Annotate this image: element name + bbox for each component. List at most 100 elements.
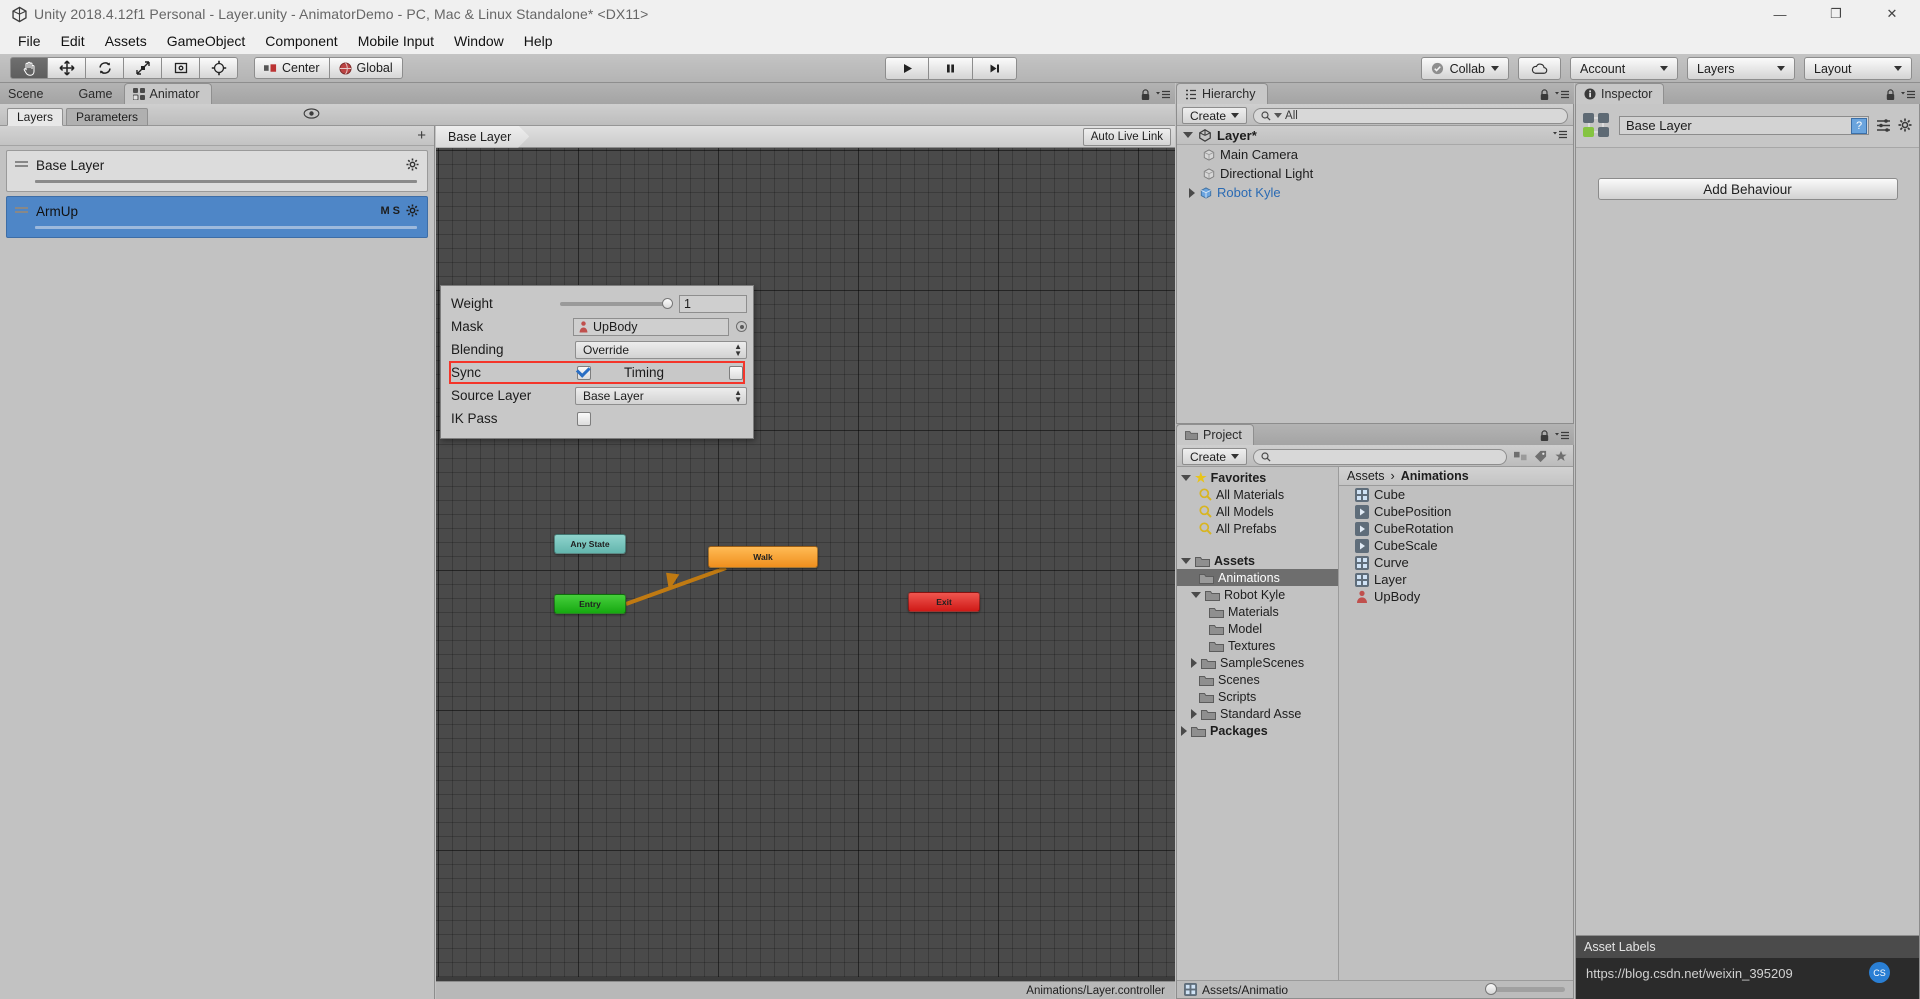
project-tree-packages[interactable]: Packages: [1177, 722, 1338, 739]
gear-icon[interactable]: [406, 158, 419, 171]
minimize-button[interactable]: —: [1752, 0, 1808, 28]
close-button[interactable]: ✕: [1864, 0, 1920, 28]
asset-row-cube[interactable]: Cube: [1339, 486, 1573, 503]
rect-tool-icon[interactable]: [162, 57, 200, 79]
menu-file[interactable]: File: [8, 30, 51, 52]
breadcrumb-assets[interactable]: Assets: [1347, 469, 1385, 483]
cloud-button[interactable]: [1518, 57, 1561, 80]
auto-live-link-button[interactable]: Auto Live Link: [1082, 128, 1171, 146]
hierarchy-item-directional-light[interactable]: Directional Light: [1177, 164, 1573, 183]
lock-icon[interactable]: [1140, 89, 1151, 101]
source-layer-dropdown[interactable]: Base Layer ▲ ▼: [575, 386, 747, 405]
chevron-down-icon[interactable]: [1181, 557, 1191, 564]
preset-icon[interactable]: [1876, 118, 1891, 133]
pivot-mode-button[interactable]: Center: [254, 57, 330, 79]
inspector-name-input[interactable]: Base Layer ?: [1619, 116, 1869, 135]
panel-menu-icon[interactable]: [1901, 90, 1915, 100]
project-tree-model[interactable]: Model: [1177, 620, 1338, 637]
maximize-button[interactable]: ❐: [1808, 0, 1864, 28]
mask-object-field[interactable]: UpBody: [573, 317, 729, 336]
transform-tool-icon[interactable]: [200, 57, 238, 79]
asset-row-layer[interactable]: Layer: [1339, 571, 1573, 588]
menu-assets[interactable]: Assets: [95, 30, 157, 52]
collab-button[interactable]: Collab: [1420, 57, 1509, 80]
menu-gameobject[interactable]: GameObject: [157, 30, 256, 52]
asset-row-cubeposition[interactable]: CubePosition: [1339, 503, 1573, 520]
project-tree-all-prefabs[interactable]: All Prefabs: [1177, 520, 1338, 537]
subtab-parameters[interactable]: Parameters: [66, 107, 149, 126]
slider-knob[interactable]: [1485, 983, 1497, 995]
panel-menu-icon[interactable]: [1555, 90, 1569, 100]
project-tree-animations[interactable]: Animations: [1177, 569, 1338, 586]
project-search-input[interactable]: [1253, 448, 1507, 465]
tab-project[interactable]: Project: [1176, 424, 1254, 445]
project-tree-favorites[interactable]: ★ Favorites: [1177, 469, 1338, 486]
chevron-right-icon[interactable]: [1191, 708, 1197, 719]
timing-checkbox[interactable]: [729, 365, 743, 380]
project-tree-all-materials[interactable]: All Materials: [1177, 486, 1338, 503]
project-tree-samplescenes[interactable]: SampleScenes: [1177, 654, 1338, 671]
layer-row-base[interactable]: Base Layer: [6, 150, 428, 192]
chevron-down-icon[interactable]: [1183, 132, 1193, 138]
space-mode-button[interactable]: Global: [329, 57, 403, 79]
project-tree-all-models[interactable]: All Models: [1177, 503, 1338, 520]
eye-icon[interactable]: [303, 108, 320, 119]
chevron-down-icon[interactable]: [1191, 591, 1201, 598]
state-node-any-state[interactable]: Any State: [554, 534, 626, 554]
state-node-exit[interactable]: Exit: [908, 592, 980, 612]
layers-dropdown[interactable]: Layers: [1687, 57, 1795, 80]
project-create-button[interactable]: Create: [1182, 448, 1248, 465]
hierarchy-item-main-camera[interactable]: Main Camera: [1177, 145, 1573, 164]
asset-row-cubescale[interactable]: CubeScale: [1339, 537, 1573, 554]
search-by-label-icon[interactable]: [1534, 450, 1548, 463]
lock-icon[interactable]: [1885, 89, 1896, 101]
gear-icon[interactable]: [406, 204, 419, 217]
weight-slider[interactable]: [560, 297, 673, 309]
lock-icon[interactable]: [1539, 430, 1550, 442]
asset-row-curve[interactable]: Curve: [1339, 554, 1573, 571]
drag-handle-icon[interactable]: [15, 161, 28, 171]
state-machine-canvas[interactable]: Any State Entry Walk Exit: [436, 148, 1175, 977]
chevron-right-icon[interactable]: [1191, 657, 1197, 668]
search-filter-icon[interactable]: [1274, 113, 1283, 118]
layer-row-armup[interactable]: ArmUp M S: [6, 196, 428, 238]
add-behaviour-button[interactable]: Add Behaviour: [1597, 178, 1898, 200]
menu-window[interactable]: Window: [444, 30, 514, 52]
chevron-down-icon[interactable]: [1181, 474, 1191, 481]
tab-inspector[interactable]: Inspector: [1575, 83, 1665, 104]
project-tree-scripts[interactable]: Scripts: [1177, 688, 1338, 705]
project-tree-robot-kyle[interactable]: Robot Kyle: [1177, 586, 1338, 603]
layer-weight-bar[interactable]: [35, 226, 417, 229]
tab-game[interactable]: Game: [54, 83, 123, 104]
state-node-entry[interactable]: Entry: [554, 594, 626, 614]
weight-value-input[interactable]: 1: [679, 294, 747, 313]
project-tree-assets[interactable]: Assets: [1177, 552, 1338, 569]
project-tree-textures[interactable]: Textures: [1177, 637, 1338, 654]
hierarchy-search-input[interactable]: All: [1253, 107, 1568, 124]
account-button[interactable]: Account: [1570, 57, 1678, 80]
asset-row-cuberotation[interactable]: CubeRotation: [1339, 520, 1573, 537]
menu-help[interactable]: Help: [514, 30, 563, 52]
panel-menu-icon[interactable]: [1555, 431, 1569, 441]
asset-row-upbody[interactable]: UpBody: [1339, 588, 1573, 605]
scene-menu-icon[interactable]: [1553, 130, 1567, 140]
tab-animator[interactable]: Animator: [123, 83, 212, 104]
rotate-tool-icon[interactable]: [86, 57, 124, 79]
menu-mobile-input[interactable]: Mobile Input: [348, 30, 444, 52]
breadcrumb-animations[interactable]: Animations: [1401, 469, 1469, 483]
scale-tool-icon[interactable]: [124, 57, 162, 79]
panel-menu-icon[interactable]: [1156, 90, 1170, 100]
hand-tool-icon[interactable]: [10, 57, 48, 79]
layer-weight-bar[interactable]: [35, 180, 417, 183]
lock-icon[interactable]: [1539, 89, 1550, 101]
project-tree-standard-assets[interactable]: Standard Asse: [1177, 705, 1338, 722]
project-zoom-slider[interactable]: [1485, 983, 1565, 995]
menu-edit[interactable]: Edit: [51, 30, 95, 52]
chevron-right-icon[interactable]: [1181, 725, 1187, 736]
ik-pass-checkbox[interactable]: [577, 411, 591, 426]
layout-dropdown[interactable]: Layout: [1804, 57, 1912, 80]
drag-handle-icon[interactable]: [15, 207, 28, 217]
mask-object-picker-icon[interactable]: [736, 321, 747, 332]
slider-knob[interactable]: [662, 297, 673, 309]
project-tree-materials[interactable]: Materials: [1177, 603, 1338, 620]
